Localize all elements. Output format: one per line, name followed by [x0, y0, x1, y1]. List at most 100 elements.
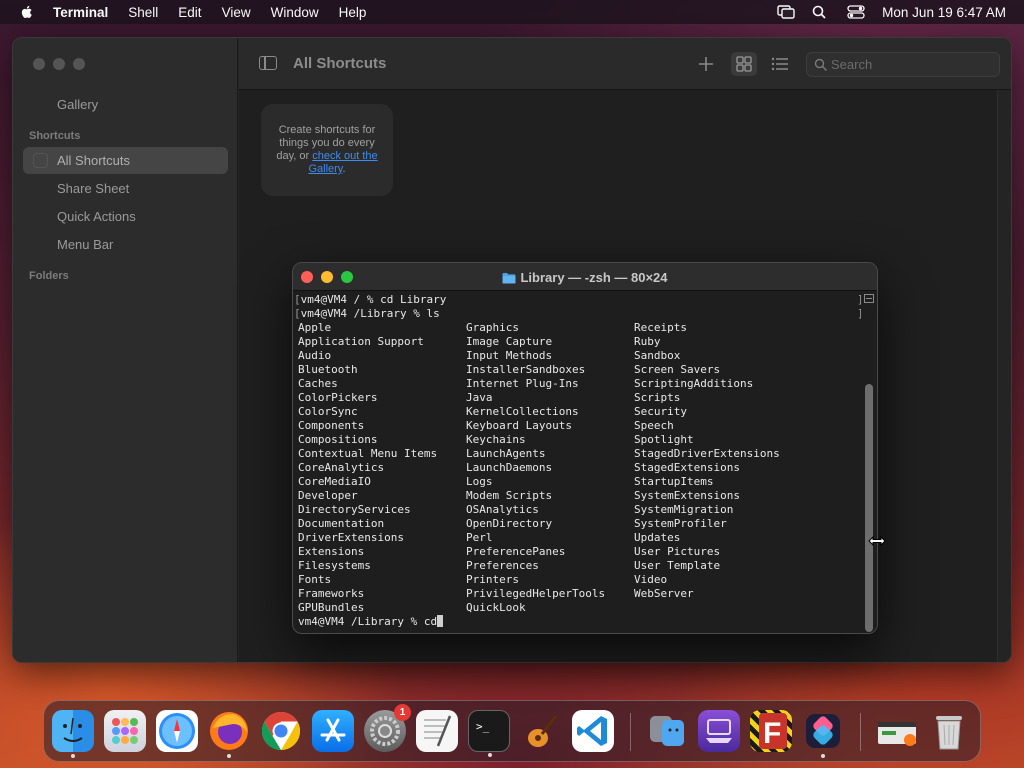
- garageband-icon[interactable]: [520, 710, 562, 752]
- command-line-1: vm4@VM4 / % cd Library: [300, 293, 447, 306]
- ls-entry: Extensions: [298, 545, 365, 558]
- ls-entry: Ruby: [634, 335, 661, 348]
- scroll-marker-icon[interactable]: [864, 294, 874, 303]
- ls-entry: PrivilegedHelperTools: [466, 587, 606, 600]
- chrome-icon[interactable]: [260, 710, 302, 752]
- ls-entry: Apple: [298, 321, 332, 334]
- menu-view[interactable]: View: [222, 5, 251, 20]
- ls-entry: SystemExtensions: [634, 489, 740, 502]
- menu-edit[interactable]: Edit: [178, 5, 201, 20]
- sidebar-item-menu-bar[interactable]: Menu Bar: [23, 231, 228, 258]
- ls-entry: ColorSync: [298, 405, 358, 418]
- ls-entry: SystemProfiler: [634, 517, 727, 530]
- sidebar-section-shortcuts: Shortcuts: [29, 130, 81, 142]
- sidebar-item-label: All Shortcuts: [57, 153, 130, 168]
- ls-entry: Updates: [634, 531, 681, 544]
- ls-entry: Caches: [298, 377, 338, 390]
- terminal-scrollbar[interactable]: [861, 292, 877, 633]
- ls-entry: Security: [634, 405, 687, 418]
- ls-entry: LaunchDaemons: [466, 461, 553, 474]
- close-button[interactable]: [33, 58, 45, 70]
- screen-mirroring-icon[interactable]: [777, 5, 795, 19]
- control-center-icon[interactable]: [847, 5, 865, 19]
- resize-cursor-icon: [868, 534, 886, 547]
- menu-help[interactable]: Help: [339, 5, 367, 20]
- window-title-text: Library — -zsh — 80×24: [520, 270, 668, 285]
- ls-entry: Filesystems: [298, 559, 371, 572]
- terminal-icon[interactable]: >_: [468, 710, 510, 757]
- command-line-2: vm4@VM4 /Library % ls: [300, 307, 440, 320]
- ls-column-2: Graphics Image Capture Input Methods Ins…: [466, 321, 605, 615]
- app-store-icon[interactable]: [312, 710, 354, 752]
- ls-entry: Bluetooth: [298, 363, 358, 376]
- safari-icon[interactable]: [156, 710, 198, 752]
- ls-entry: Speech: [634, 419, 674, 432]
- ls-entry: WebServer: [634, 587, 694, 600]
- running-indicator: [227, 754, 231, 758]
- menu-shell[interactable]: Shell: [128, 5, 158, 20]
- search-input[interactable]: [831, 55, 991, 74]
- filezilla-icon[interactable]: F: [750, 710, 792, 752]
- ls-entry: Audio: [298, 349, 332, 362]
- ls-entry: Image Capture: [466, 335, 553, 348]
- ls-entry: Graphics: [466, 321, 519, 334]
- migration-assistant-icon[interactable]: [646, 710, 688, 752]
- ls-entry: Scripts: [634, 391, 681, 404]
- launchpad-icon[interactable]: [104, 710, 146, 752]
- terminal-titlebar[interactable]: Library — -zsh — 80×24: [293, 263, 877, 291]
- scrollbar-thumb[interactable]: [865, 384, 873, 632]
- ls-entry: DriverExtensions: [298, 531, 404, 544]
- ls-entry: Frameworks: [298, 587, 365, 600]
- downloads-stack-icon[interactable]: [876, 710, 918, 752]
- ls-entry: StagedExtensions: [634, 461, 740, 474]
- add-shortcut-button[interactable]: [693, 52, 719, 76]
- share-icon: [33, 181, 48, 196]
- sidebar-item-gallery[interactable]: Gallery: [23, 91, 228, 118]
- terminal-window: Library — -zsh — 80×24 [vm4@VM4 / % cd L…: [292, 262, 878, 634]
- ls-entry: Fonts: [298, 573, 332, 586]
- minimize-button[interactable]: [53, 58, 65, 70]
- ls-entry: ScriptingAdditions: [634, 377, 754, 390]
- sidebar-toggle-icon[interactable]: [259, 56, 277, 70]
- ls-entry: Java: [466, 391, 493, 404]
- spotlight-search-icon[interactable]: [812, 5, 830, 19]
- shortcuts-icon[interactable]: [802, 710, 844, 758]
- grid-view-button[interactable]: [731, 52, 757, 76]
- ls-entry: StartupItems: [634, 475, 714, 488]
- system-settings-icon[interactable]: 1: [364, 704, 411, 752]
- ls-entry: PreferencePanes: [466, 545, 566, 558]
- apple-menu-icon[interactable]: [19, 4, 35, 20]
- grid-view-icon: [736, 56, 752, 72]
- sidebar-item-share-sheet[interactable]: Share Sheet: [23, 175, 228, 202]
- dock-separator: [630, 713, 631, 751]
- menu-app-terminal[interactable]: Terminal: [53, 5, 108, 20]
- running-indicator: [821, 754, 825, 758]
- zoom-button[interactable]: [73, 58, 85, 70]
- ls-entry: Contextual Menu Items: [298, 447, 438, 460]
- ls-entry: User Template: [634, 559, 721, 572]
- ls-entry: StagedDriverExtensions: [634, 447, 780, 460]
- apple-configurator-icon[interactable]: [698, 710, 740, 752]
- sidebar-item-all-shortcuts[interactable]: All Shortcuts: [23, 147, 228, 174]
- trash-icon[interactable]: [928, 710, 970, 752]
- vscode-icon[interactable]: [572, 710, 614, 752]
- content-scrollbar[interactable]: [997, 90, 1011, 662]
- menu-window[interactable]: Window: [271, 5, 319, 20]
- ls-entry: QuickLook: [466, 601, 526, 614]
- terminal-output[interactable]: [vm4@VM4 / % cd Library [vm4@VM4 /Librar…: [293, 292, 864, 633]
- sidebar-item-quick-actions[interactable]: Quick Actions: [23, 203, 228, 230]
- folder-icon: [502, 273, 516, 284]
- textedit-icon[interactable]: [416, 710, 458, 752]
- firefox-icon[interactable]: [208, 710, 250, 758]
- list-view-button[interactable]: [767, 52, 793, 76]
- finder-icon[interactable]: [52, 710, 94, 758]
- ls-column-1: Apple Application Support Audio Bluetoot…: [298, 321, 437, 615]
- menu-bar-clock[interactable]: Mon Jun 19 6:47 AM: [882, 5, 1006, 20]
- ls-entry: InstallerSandboxes: [466, 363, 586, 376]
- svg-text:>_: >_: [476, 720, 490, 733]
- notification-badge: 1: [394, 704, 411, 721]
- search-field[interactable]: [806, 52, 1000, 77]
- ls-entry: DirectoryServices: [298, 503, 411, 516]
- ls-entry: OpenDirectory: [466, 517, 553, 530]
- sidebar-item-label: Gallery: [57, 97, 99, 112]
